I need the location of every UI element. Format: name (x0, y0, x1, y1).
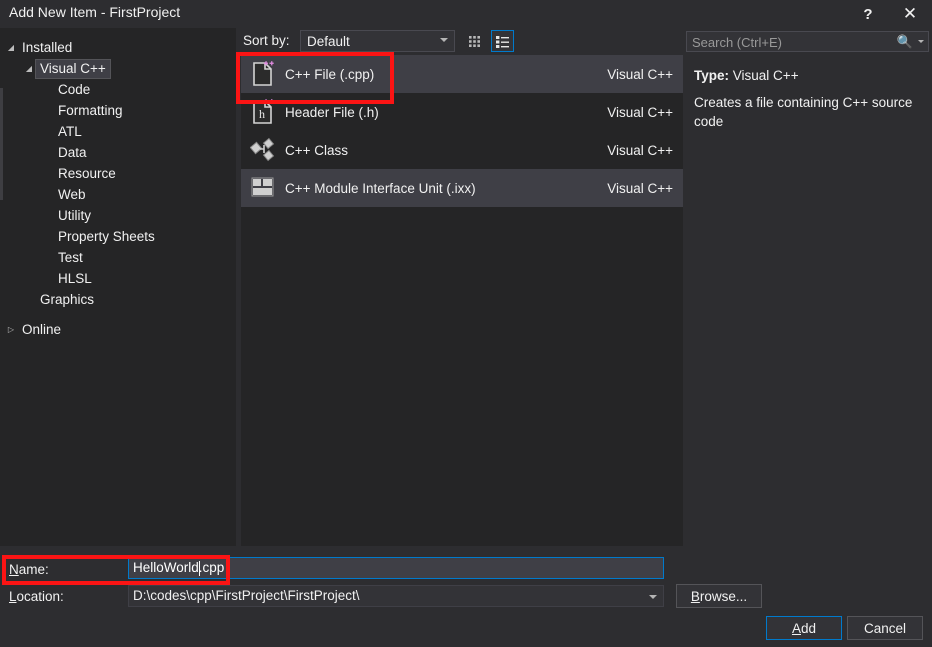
tree-item-test[interactable]: Test (0, 247, 236, 268)
chevron-down-icon[interactable] (649, 595, 657, 599)
tree-group-spacer (0, 310, 236, 319)
close-icon[interactable]: ✕ (890, 0, 930, 28)
help-icon[interactable]: ? (848, 0, 888, 28)
sort-by-dropdown[interactable]: Default (300, 30, 455, 52)
name-field-value: HelloWorld.cpp (133, 560, 225, 575)
tree-item-atl[interactable]: ATL (0, 121, 236, 142)
expand-triangle-open-icon[interactable]: ◢ (22, 64, 36, 73)
tree-item-visual-c-[interactable]: ◢ Visual C++ (0, 58, 236, 79)
tree-item-label: Visual C++ (35, 58, 111, 79)
list-item-name: C++ Module Interface Unit (.ixx) (285, 180, 476, 196)
tree-item-label: HLSL (58, 270, 92, 286)
grid-view-icon[interactable] (464, 30, 487, 52)
text-caret (199, 561, 200, 576)
tree-item-label: Graphics (40, 291, 95, 307)
name-field[interactable]: HelloWorld.cpp (128, 557, 664, 579)
chevron-down-icon (440, 38, 448, 42)
tree-container: ◢ Installed ◢ Visual C++ Code Formatting ATL Da… (0, 37, 236, 340)
add-accelerator: A (791, 620, 801, 636)
category-tree[interactable]: ◢ Installed ◢ Visual C++ Code Formatting ATL Da… (0, 28, 236, 546)
list-item-origin: Visual C++ (607, 142, 673, 158)
add-new-item-dialog: Add New Item - FirstProject ? ✕ ◢ Install… (0, 0, 932, 647)
tree-item-label: Utility (58, 207, 91, 223)
form-area: Name: HelloWorld.cpp Location: D:\codes\… (0, 546, 932, 647)
list-toolbar: Sort by: Default (241, 28, 683, 55)
list-container: C++ File (.cpp) Visual C++ h Header File (.… (241, 55, 683, 207)
list-item-origin: Visual C++ (607, 180, 673, 196)
titlebar: Add New Item - FirstProject ? ✕ (0, 0, 932, 28)
tree-item-label: Installed (22, 39, 73, 55)
tree-item-label: Web (58, 186, 86, 202)
tree-item-code[interactable]: Code (0, 79, 236, 100)
browse-label-rest: rowse... (699, 588, 748, 604)
list-item[interactable]: h Header File (.h) Visual C++ (241, 93, 683, 131)
detail-description: Creates a file containing C++ source cod… (694, 95, 913, 129)
search-input[interactable]: Search (Ctrl+E) 🔍 (686, 31, 929, 52)
list-item[interactable]: C++ Class Visual C++ (241, 131, 683, 169)
add-button[interactable]: Add (766, 616, 842, 640)
sidebar-scrollbar[interactable] (0, 88, 3, 200)
tree-item-label: Online (22, 321, 62, 337)
tree-item-utility[interactable]: Utility (0, 205, 236, 226)
svg-text:h: h (259, 107, 265, 121)
name-label-accelerator: N (9, 562, 19, 577)
sort-by-value: Default (307, 33, 350, 49)
tree-item-installed[interactable]: ◢ Installed (0, 37, 236, 58)
search-placeholder: Search (Ctrl+E) (692, 35, 782, 50)
tree-item-label: Code (58, 81, 91, 97)
tree-item-label: Formatting (58, 102, 123, 118)
expand-triangle-closed-icon[interactable]: ▷ (4, 325, 18, 334)
tree-item-label: Data (58, 144, 87, 160)
tree-item-online[interactable]: ▷ Online (0, 319, 236, 340)
list-item-name: C++ Class (285, 142, 349, 158)
location-label-rest: ocation: (16, 589, 64, 604)
add-label-rest: dd (800, 620, 817, 636)
chevron-down-icon[interactable] (918, 40, 924, 43)
detail-type-label: Type: (694, 68, 730, 83)
sidebar-divider (236, 28, 237, 546)
tree-item-hlsl[interactable]: HLSL (0, 268, 236, 289)
location-label: Location: (9, 589, 64, 604)
tree-item-data[interactable]: Data (0, 142, 236, 163)
tree-item-label: Resource (58, 165, 116, 181)
location-field[interactable]: D:\codes\cpp\FirstProject\FirstProject\ (128, 585, 664, 607)
name-label: Name: (9, 562, 49, 577)
detail-type-row: Type: Visual C++ (694, 68, 922, 83)
details-panel: Type: Visual C++ Creates a file containi… (686, 60, 929, 546)
location-label-accelerator: L (9, 589, 17, 604)
detail-type-value: Visual C++ (732, 68, 799, 83)
tree-item-label: ATL (58, 123, 82, 139)
cancel-button[interactable]: Cancel (847, 616, 923, 640)
header-file-icon: h (241, 93, 285, 131)
name-label-rest: ame: (18, 562, 49, 577)
tree-top-spacer (0, 28, 236, 37)
location-field-value: D:\codes\cpp\FirstProject\FirstProject\ (133, 588, 360, 603)
cpp-file-icon (241, 55, 285, 93)
list-item-name: C++ File (.cpp) (285, 66, 375, 82)
tree-item-property-sheets[interactable]: Property Sheets (0, 226, 236, 247)
list-item[interactable]: C++ File (.cpp) Visual C++ (241, 55, 683, 93)
browse-button[interactable]: Browse... (676, 584, 762, 608)
tree-item-formatting[interactable]: Formatting (0, 100, 236, 121)
sort-by-label: Sort by: (243, 33, 290, 48)
search-icon[interactable]: 🔍 (897, 34, 913, 50)
tree-item-label: Property Sheets (58, 228, 155, 244)
list-item-name: Header File (.h) (285, 104, 379, 120)
tree-item-resource[interactable]: Resource (0, 163, 236, 184)
tree-item-web[interactable]: Web (0, 184, 236, 205)
expand-triangle-open-icon[interactable]: ◢ (4, 43, 18, 52)
list-item-origin: Visual C++ (607, 66, 673, 82)
tree-item-graphics[interactable]: Graphics (0, 289, 236, 310)
dialog-title: Add New Item - FirstProject (9, 4, 181, 20)
list-item-origin: Visual C++ (607, 104, 673, 120)
template-list[interactable]: C++ File (.cpp) Visual C++ h Header File (.… (241, 55, 683, 546)
cpp-module-icon (241, 169, 285, 207)
cpp-class-icon (241, 131, 285, 169)
list-view-icon[interactable] (491, 30, 514, 52)
list-item[interactable]: C++ Module Interface Unit (.ixx) Visual C… (241, 169, 683, 207)
tree-item-label: Test (58, 249, 83, 265)
browse-accelerator: B (690, 588, 700, 604)
